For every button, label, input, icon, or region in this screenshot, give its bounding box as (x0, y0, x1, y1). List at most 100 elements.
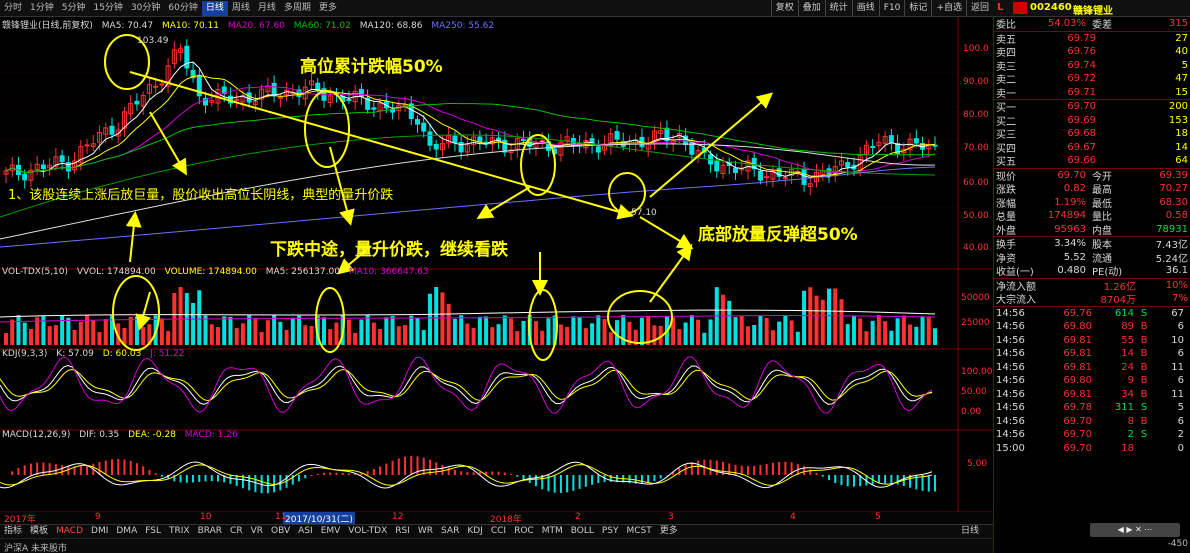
toolbar-button[interactable]: 叠加 (797, 0, 825, 17)
indicator-tab[interactable]: 更多 (656, 525, 682, 538)
volume-bar (540, 330, 545, 345)
annotation-top: 高位累计跌幅50% (300, 57, 443, 77)
ma5-line (5, 61, 936, 178)
indicator-tab[interactable]: SAR (437, 525, 463, 538)
timeframe-tab[interactable]: 1分钟 (26, 1, 58, 16)
candle-body (845, 162, 851, 168)
diff-label: 委差 (1092, 20, 1112, 32)
quote-row: 总量 174894 量比 0.58 (994, 209, 1190, 223)
indicator-tab[interactable]: DMI (87, 525, 112, 538)
indicator-tab[interactable]: WR (414, 525, 437, 538)
volume-bar (66, 317, 71, 345)
timeframe-tab[interactable]: 分时 (0, 1, 26, 16)
volume-bar (384, 317, 389, 345)
toolbar-button[interactable]: 统计 (824, 0, 852, 17)
period-indicator[interactable]: 日线 (961, 525, 979, 538)
indicator-tab[interactable]: VOL-TDX (344, 525, 391, 538)
volume-bar (91, 320, 96, 345)
volume-bar (41, 316, 46, 345)
toolbar-button[interactable]: 标记 (904, 0, 931, 17)
indicator-tab[interactable]: BOLL (567, 525, 598, 538)
toolbar-button[interactable]: 返回 (965, 0, 993, 17)
ma5-label: MA5: 70.47 (101, 21, 154, 31)
volume-bar (16, 315, 21, 345)
timeframe-tab[interactable]: 15分钟 (89, 1, 126, 16)
volume-bar (745, 326, 750, 345)
tick-row: 14:56 69.70 8 B 6 (994, 415, 1190, 429)
timeframe-tab[interactable]: 5分钟 (58, 1, 90, 16)
tick-count: 6 (1177, 321, 1184, 333)
volume-bar (502, 315, 507, 345)
volume-bar (72, 330, 77, 345)
timeframe-tab[interactable]: 30分钟 (127, 1, 164, 16)
toolbar-button[interactable]: F10 (878, 0, 905, 17)
annotation-arrow (639, 216, 694, 250)
field-value: 0.480 (1057, 265, 1086, 277)
date-tick: 4 (790, 512, 796, 522)
indicator-tab[interactable]: ASI (294, 525, 317, 538)
timeframe-tab[interactable]: 60分钟 (164, 1, 201, 16)
flow-row: 大宗流入 8704万 7% (994, 292, 1190, 306)
toolbar-button[interactable]: 复权 (770, 0, 798, 17)
indicator-tab[interactable]: DMA (112, 525, 141, 538)
volume-bar (608, 332, 613, 345)
volume-bar (565, 326, 570, 345)
tick-price: 69.81 (1063, 348, 1092, 360)
indicator-tab[interactable]: RSI (391, 525, 414, 538)
volume-bar (290, 317, 295, 345)
tick-price: 69.81 (1063, 361, 1092, 373)
tick-volume: 14 (1121, 348, 1134, 360)
indicator-tab[interactable]: EMV (317, 525, 345, 538)
bid-row: 买二 69.69 153 (994, 114, 1190, 128)
indicator-tab[interactable]: ROC (510, 525, 538, 538)
volume-bar (240, 323, 245, 345)
tick-count: 6 (1177, 375, 1184, 387)
indicator-tab[interactable]: PSY (598, 525, 623, 538)
indicator-tab[interactable]: OBV (267, 525, 294, 538)
date-tick: 5 (875, 512, 881, 522)
tick-price: 69.80 (1063, 375, 1092, 387)
timeframe-tab[interactable]: 月线 (254, 1, 280, 16)
vol-ma10-label: MA10: 366647.63 (348, 267, 429, 277)
date-tick: 12 (392, 512, 404, 522)
kdj-j-label: J: 51.22 (150, 349, 185, 359)
timeframe-tab[interactable]: 更多 (315, 1, 341, 16)
timeframe-tab[interactable]: 日线 (201, 0, 228, 16)
tick-row: 14:56 69.76 614 S 67 (994, 307, 1190, 321)
volume-bar (827, 288, 832, 345)
volume-bar (346, 319, 351, 345)
volume-bar (178, 287, 183, 345)
indicator-tab[interactable]: MTM (538, 525, 567, 538)
indicator-tab[interactable]: MCST (623, 525, 656, 538)
indicator-tab[interactable]: 模板 (26, 525, 52, 538)
indicator-tab[interactable]: CR (226, 525, 247, 538)
timeframe-tab[interactable]: 多周期 (280, 1, 315, 16)
tick-volume: 55 (1121, 334, 1134, 346)
indicator-tab[interactable]: FSL (141, 525, 165, 538)
timeframe-tab[interactable]: 周线 (228, 1, 254, 16)
candle-body (870, 145, 876, 148)
fundamental-row: 换手 3.34% 股本 7.43亿 (994, 237, 1190, 251)
indicator-tab[interactable]: MACD (52, 525, 87, 538)
tick-scroll-control[interactable]: ◀ ▶ ✕ ⋯ (1090, 523, 1180, 537)
candle-body (40, 164, 46, 170)
tick-time: 15:00 (996, 442, 1025, 454)
indicator-tab[interactable]: KDJ (463, 525, 487, 538)
tick-row: 14:56 69.78 311 S 5 (994, 401, 1190, 415)
price-axis-tick: 90.00 (963, 77, 989, 87)
indicator-tab[interactable]: CCI (487, 525, 510, 538)
toolbar-button[interactable]: 画线 (851, 0, 879, 17)
toolbar-button[interactable]: +自选 (931, 0, 966, 17)
ratio-label: 委比 (996, 20, 1016, 32)
indicator-tab[interactable]: 指标 (0, 525, 26, 538)
indicator-tab[interactable]: TRIX (165, 525, 194, 538)
volume-bar (28, 328, 33, 345)
annotation-mid: 下跌中途，量升价跌，继续看跌 (270, 240, 508, 260)
price-axis-tick: 100.0 (963, 44, 989, 54)
indicator-tab[interactable]: BRAR (194, 525, 226, 538)
volume-bar (546, 318, 551, 345)
volume-bar (22, 322, 27, 345)
low-price-label: 57.10 (631, 208, 657, 218)
volume-bar (758, 315, 763, 345)
indicator-tab[interactable]: VR (247, 525, 267, 538)
